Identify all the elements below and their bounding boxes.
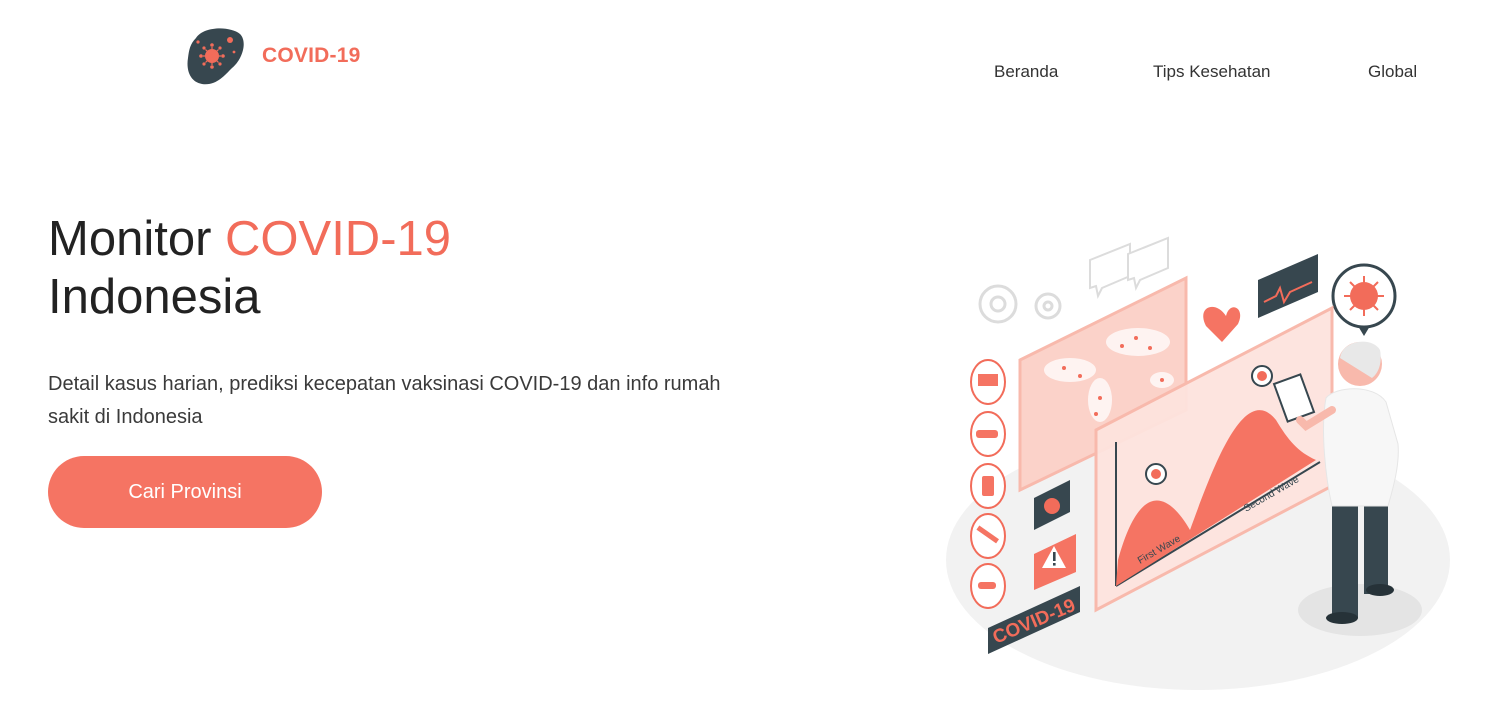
chat-bubble-icon bbox=[1089, 236, 1169, 300]
heartbeat-monitor-icon bbox=[1258, 254, 1318, 318]
heart-icon bbox=[1203, 306, 1241, 342]
mask-icon bbox=[976, 430, 998, 438]
covid-monitoring-illustration: First Wave Second Wave COVID-19 bbox=[946, 236, 1450, 690]
hero-title: Monitor COVID-19 Indonesia bbox=[48, 210, 451, 326]
virus-alert-bubble bbox=[1331, 263, 1397, 336]
nav-link-beranda[interactable]: Beranda bbox=[994, 62, 1058, 82]
find-province-button[interactable]: Cari Provinsi bbox=[48, 456, 322, 528]
hero-title-accent: COVID-19 bbox=[225, 212, 452, 266]
nav-link-global[interactable]: Global bbox=[1368, 62, 1417, 82]
document-icon bbox=[978, 374, 998, 386]
sanitizer-icon bbox=[982, 476, 994, 496]
main-nav: Beranda Tips Kesehatan Global bbox=[0, 62, 1505, 86]
hero-title-prefix: Monitor bbox=[48, 212, 212, 266]
nav-link-tips-kesehatan[interactable]: Tips Kesehatan bbox=[1153, 62, 1271, 82]
hero-title-suffix: Indonesia bbox=[48, 270, 261, 324]
pill-icon bbox=[978, 582, 996, 589]
hero-description: Detail kasus harian, prediksi kecepatan … bbox=[48, 373, 721, 428]
gear-icon bbox=[978, 284, 1062, 324]
